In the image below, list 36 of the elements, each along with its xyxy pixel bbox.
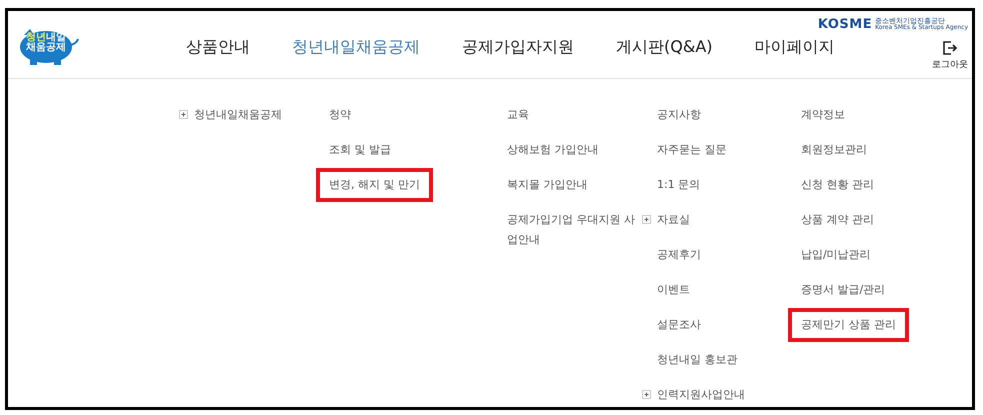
menu-link[interactable]: 변경, 해지 및 만기 <box>316 168 433 202</box>
expand-icon[interactable] <box>179 110 188 119</box>
nav-menu-item[interactable]: 청년내일채움공제 <box>292 37 420 58</box>
menu-link[interactable]: 공제후기 <box>657 245 701 265</box>
nav-menu-item[interactable]: 게시판(Q&A) <box>616 37 712 58</box>
menu-link[interactable]: 상해보험 가입안내 <box>507 140 598 160</box>
agency-logo-text: KOSME <box>818 17 872 32</box>
menu-link[interactable]: 공제만기 상품 관리 <box>788 308 909 342</box>
expand-icon[interactable] <box>642 215 651 224</box>
menu-link[interactable]: 공지사항 <box>657 105 701 125</box>
menu-link[interactable]: 상품 계약 관리 <box>801 210 874 230</box>
menu-link[interactable]: 신청 현황 관리 <box>801 175 874 195</box>
menu-link[interactable]: 복지몰 가입안내 <box>507 175 588 195</box>
menu-link[interactable]: 증명서 발급/관리 <box>801 280 886 300</box>
nav-menu-item[interactable]: 상품안내 <box>186 37 250 58</box>
menu-link[interactable]: 청약 <box>329 105 351 125</box>
expand-icon[interactable] <box>642 390 651 399</box>
nav-menu-item[interactable]: 마이페이지 <box>754 37 834 58</box>
menu-link[interactable]: 조회 및 발급 <box>329 140 391 160</box>
menu-link[interactable]: 교육 <box>507 105 529 125</box>
logout-icon <box>942 40 958 56</box>
nav-menu-item[interactable]: 공제가입자지원 <box>462 37 574 58</box>
menu-link[interactable]: 자주묻는 질문 <box>657 140 726 160</box>
menu-link[interactable]: 이벤트 <box>657 280 690 300</box>
menu-link[interactable]: 납입/미납관리 <box>801 245 871 265</box>
menu-link[interactable]: 설문조사 <box>657 315 701 335</box>
menu-link[interactable]: 자료실 <box>657 210 690 230</box>
menu-link[interactable]: 인력지원사업안내 <box>657 385 745 405</box>
menu-link[interactable]: 공제가입기업 우대지원 사업안내 <box>507 210 635 250</box>
logo-text: 채움공제 <box>26 43 66 53</box>
menu-link[interactable]: 청년내일 홍보관 <box>657 350 738 370</box>
menu-link[interactable]: 회원정보관리 <box>801 140 867 160</box>
menu-link[interactable]: 계약정보 <box>801 105 845 125</box>
menu-link[interactable]: 청년내일채움공제 <box>194 105 282 125</box>
logout-button[interactable]: 로그아웃 <box>932 40 968 71</box>
menu-link[interactable]: 1:1 문의 <box>657 175 700 195</box>
